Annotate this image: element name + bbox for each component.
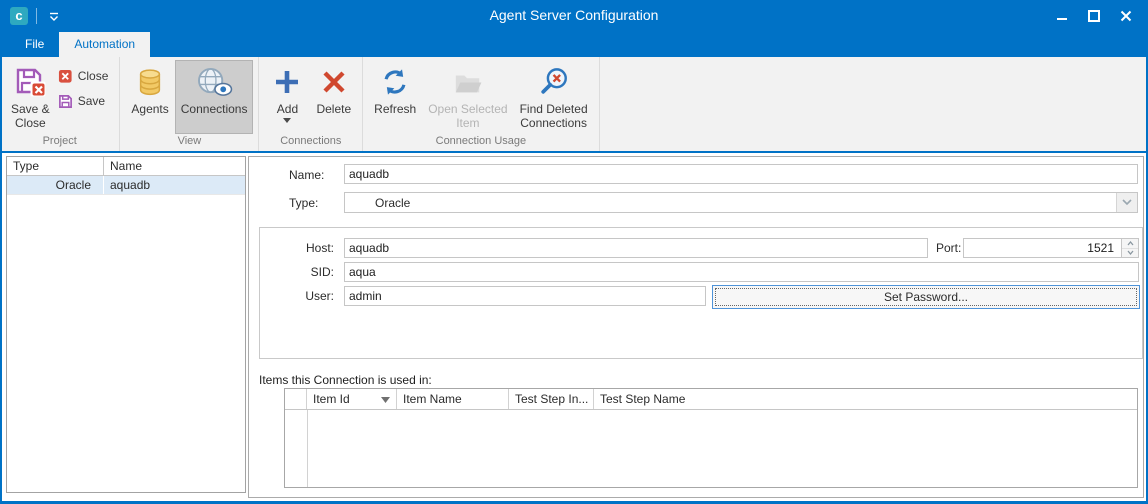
chevron-down-icon <box>1122 199 1132 206</box>
minimize-icon <box>1057 11 1068 22</box>
save-label: Save <box>78 94 105 108</box>
window-controls <box>1046 0 1142 32</box>
row-indicator-column-header <box>285 389 307 409</box>
connection-row-name: aquadb <box>104 176 245 194</box>
agents-icon <box>135 64 165 100</box>
open-selected-item-icon <box>452 64 484 100</box>
user-input[interactable] <box>344 286 706 306</box>
item-id-header-label: Item Id <box>313 392 350 406</box>
delete-connection-button[interactable]: Delete <box>310 60 357 134</box>
save-and-close-button[interactable]: Save & Close <box>5 60 56 134</box>
agents-label: Agents <box>131 102 168 116</box>
add-label: Add <box>277 102 298 116</box>
port-label: Port: <box>936 241 961 255</box>
save-button[interactable]: Save <box>56 91 115 111</box>
add-dropdown-icon[interactable] <box>283 118 291 123</box>
tab-automation[interactable]: Automation <box>59 32 150 57</box>
column-header-type[interactable]: Type <box>7 157 104 175</box>
set-password-button[interactable]: Set Password... <box>712 285 1140 309</box>
window-title: Agent Server Configuration <box>0 7 1148 23</box>
add-connection-button[interactable]: Add <box>264 60 310 134</box>
maximize-button[interactable] <box>1078 0 1110 32</box>
refresh-button[interactable]: Refresh <box>368 60 422 134</box>
connection-usage-group-label: Connection Usage <box>365 134 596 151</box>
ribbon-group-connection-usage: Refresh Open Selected Item <box>363 57 599 151</box>
refresh-icon <box>380 64 410 100</box>
close-icon <box>1120 10 1132 22</box>
agent-server-configuration-window: c Agent Server Configuration File Automa… <box>0 0 1148 504</box>
delete-label: Delete <box>316 102 351 116</box>
find-deleted-label-line2: Connections <box>520 116 588 130</box>
connections-view-label: Connections <box>181 102 248 116</box>
agents-button[interactable]: Agents <box>125 60 174 134</box>
usage-section-label: Items this Connection is used in: <box>259 373 432 387</box>
connection-settings-groupbox: Host: Port: SID: User: Set Password... <box>259 227 1143 359</box>
close-project-label: Close <box>78 69 109 83</box>
connection-detail-panel: Name: Type: Oracle Host: Port: <box>248 156 1144 498</box>
host-input[interactable] <box>344 238 928 258</box>
host-label: Host: <box>260 241 334 255</box>
find-deleted-connections-button[interactable]: Find Deleted Connections <box>514 60 594 134</box>
connections-group-label: Connections <box>261 134 360 151</box>
usage-table-body <box>285 410 1137 487</box>
usage-table: Item Id Item Name Test Step In... Test S… <box>284 388 1138 488</box>
type-label: Type: <box>289 196 318 210</box>
column-header-name[interactable]: Name <box>104 157 245 175</box>
type-combo[interactable]: Oracle <box>344 192 1138 213</box>
column-header-item-id[interactable]: Item Id <box>307 389 397 409</box>
close-project-icon <box>58 69 73 84</box>
ribbon: Save & Close Close <box>0 57 1148 153</box>
type-combo-value: Oracle <box>375 196 410 210</box>
ribbon-group-connections: Add Delete Connections <box>259 57 363 151</box>
type-combo-dropdown-button[interactable] <box>1116 193 1137 212</box>
connections-view-button[interactable]: Connections <box>175 60 254 134</box>
close-window-button[interactable] <box>1110 0 1142 32</box>
connections-globe-icon <box>196 64 233 100</box>
save-and-close-icon <box>14 64 46 100</box>
delete-icon <box>321 64 347 100</box>
spin-down-icon <box>1127 250 1134 255</box>
user-label: User: <box>260 289 334 303</box>
find-deleted-label-line1: Find Deleted <box>520 102 588 116</box>
tab-file[interactable]: File <box>10 32 59 57</box>
connection-row-aquadb[interactable]: Oracle aquadb <box>7 176 245 195</box>
ribbon-group-project: Save & Close Close <box>0 57 120 151</box>
filter-dropdown-icon[interactable] <box>381 397 390 403</box>
sid-label: SID: <box>260 265 334 279</box>
port-spinner <box>1121 239 1138 257</box>
ribbon-group-view: Agents Connections View <box>120 57 259 151</box>
minimize-button[interactable] <box>1046 0 1078 32</box>
view-group-label: View <box>122 134 256 151</box>
column-header-test-step-in[interactable]: Test Step In... <box>509 389 594 409</box>
name-label: Name: <box>289 168 324 182</box>
open-selected-item-label-line1: Open Selected <box>428 102 507 116</box>
spin-up-icon <box>1127 241 1134 246</box>
open-selected-item-button[interactable]: Open Selected Item <box>422 60 513 134</box>
close-project-button[interactable]: Close <box>56 66 115 86</box>
refresh-label: Refresh <box>374 102 416 116</box>
port-input[interactable] <box>963 238 1139 258</box>
titlebar: c Agent Server Configuration <box>0 0 1148 32</box>
add-icon <box>274 64 300 100</box>
find-deleted-connections-icon <box>539 64 569 100</box>
port-spin-down-button[interactable] <box>1122 249 1138 258</box>
connection-list-panel: Type Name Oracle aquadb <box>6 156 246 493</box>
column-header-test-step-name[interactable]: Test Step Name <box>594 389 1137 409</box>
ribbon-tab-row: File Automation <box>0 32 1148 57</box>
sid-input[interactable] <box>344 262 1139 282</box>
port-spin-up-button[interactable] <box>1122 239 1138 249</box>
content-area: Type Name Oracle aquadb Name: Type: Orac… <box>2 153 1146 501</box>
save-and-close-label-line1: Save & <box>11 102 50 116</box>
name-input[interactable] <box>344 164 1138 184</box>
open-selected-item-label-line2: Item <box>428 116 507 130</box>
connection-row-type: Oracle <box>7 176 104 194</box>
column-header-item-name[interactable]: Item Name <box>397 389 509 409</box>
save-and-close-label-line2: Close <box>11 116 50 130</box>
project-group-label: Project <box>2 134 117 151</box>
maximize-icon <box>1088 10 1100 22</box>
save-icon <box>58 94 73 109</box>
